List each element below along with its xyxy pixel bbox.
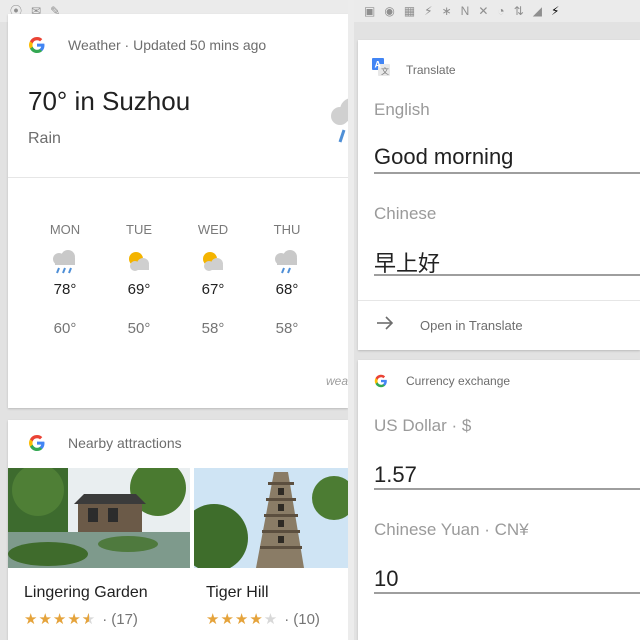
status-icon: N <box>460 4 470 18</box>
day-name: THU <box>273 222 301 237</box>
status-icon: ⇅ <box>513 4 524 18</box>
from-amount-field[interactable]: 1.57 <box>374 462 417 488</box>
weather-card[interactable]: Weather · Updated 50 mins ago 70° in Suz… <box>8 14 348 408</box>
translate-card-header: A 文 Translate <box>372 58 456 81</box>
day-low: 58° <box>275 320 299 337</box>
status-icon: ◉ <box>384 4 395 18</box>
attraction-rating: ★★★★★★ · (17) <box>24 610 138 629</box>
currency-card-header: Currency exchange <box>374 374 510 388</box>
weather-card-header: Weather · Updated 50 mins ago <box>28 36 266 54</box>
status-bar-right: ▣ ◉ ▦ ⚡ ∗ N ✕ ◔ ⇅ ◢ ⚡ <box>354 0 640 22</box>
rain-cloud-icon <box>330 90 348 155</box>
day-low: 58° <box>201 320 225 337</box>
attractions-header-text: Nearby attractions <box>68 435 182 451</box>
pagoda-photo[interactable] <box>194 468 348 568</box>
currency-card[interactable]: Currency exchange US Dollar · $ 1.57 Chi… <box>358 360 640 640</box>
day-name: WED <box>197 222 229 237</box>
star-rating-icon: ★★★★★ <box>206 611 279 628</box>
rating-separator: · <box>284 610 290 628</box>
open-in-translate-button[interactable]: Open in Translate <box>376 316 523 335</box>
to-currency-label[interactable]: Chinese Yuan · CN¥ <box>374 520 529 540</box>
attraction-name[interactable]: Tiger Hill <box>206 584 269 602</box>
partly-sunny-icon <box>112 247 166 275</box>
weather-header-text: Weather · Updated 50 mins ago <box>68 37 267 53</box>
rating-separator: · <box>102 610 108 628</box>
partly-sunny-icon <box>186 247 240 275</box>
left-screen: ⦿ ✉ ✎ Weather · Updated 50 mins ago 70° … <box>0 0 348 640</box>
open-in-translate-label: Open in Translate <box>420 318 523 333</box>
translate-card[interactable]: A 文 Translate English Good morning Chine… <box>358 40 640 350</box>
input-underline <box>374 488 640 490</box>
forecast-day[interactable]: THU 68° 58° <box>260 222 314 337</box>
day-high: 78° <box>53 281 77 298</box>
translate-header-text: Translate <box>406 62 456 77</box>
garden-photo[interactable] <box>8 468 190 568</box>
rain-icon <box>38 247 92 275</box>
google-g-icon <box>374 374 388 388</box>
target-language[interactable]: Chinese <box>374 204 436 224</box>
star-rating-icon: ★★★★★★ <box>24 611 97 628</box>
battery-icon: ⚡ <box>550 4 560 18</box>
attractions-card[interactable]: Nearby attractions Lingering Garden ★★★★… <box>8 420 348 640</box>
google-g-icon <box>28 434 46 452</box>
day-high: 69° <box>127 281 151 298</box>
status-icon: ▦ <box>403 4 416 18</box>
attraction-name[interactable]: Lingering Garden <box>24 584 148 602</box>
rain-icon <box>260 247 314 275</box>
day-name: TUE <box>126 222 152 237</box>
weather-condition: Rain <box>28 130 61 147</box>
right-screen: ▣ ◉ ▦ ⚡ ∗ N ✕ ◔ ⇅ ◢ ⚡ A 文 Translate Engl… <box>354 0 640 640</box>
day-low: 50° <box>127 320 151 337</box>
day-high: 67° <box>201 281 225 298</box>
translate-icon: A 文 <box>372 58 390 81</box>
weather-more-link[interactable]: wea <box>326 374 348 388</box>
attractions-card-header: Nearby attractions <box>28 434 182 452</box>
status-icon: ◔ <box>497 4 505 18</box>
input-underline <box>374 592 640 594</box>
status-icon: ▣ <box>364 4 376 18</box>
arrow-right-icon <box>376 316 394 335</box>
source-text-field[interactable]: Good morning <box>374 144 513 170</box>
status-icon: ∗ <box>441 4 452 18</box>
day-low: 60° <box>53 320 77 337</box>
from-currency-label[interactable]: US Dollar · $ <box>374 416 471 436</box>
divider <box>358 300 640 301</box>
source-language[interactable]: English <box>374 100 430 120</box>
forecast-day[interactable]: WED 67° 58° <box>186 222 240 337</box>
forecast-day[interactable]: MON 78° 60° <box>38 222 92 337</box>
status-icon: ✕ <box>478 4 489 18</box>
status-icon: ⚡ <box>424 4 433 18</box>
svg-text:文: 文 <box>381 66 389 76</box>
divider <box>8 177 348 178</box>
google-g-icon <box>28 36 46 54</box>
attraction-rating: ★★★★★ · (10) <box>206 610 320 629</box>
weather-title: 70° in Suzhou <box>28 86 191 116</box>
input-underline <box>374 172 640 174</box>
review-count: (17) <box>111 610 138 628</box>
status-icon: ◢ <box>532 4 542 18</box>
forecast-day[interactable]: TUE 69° 50° <box>112 222 166 337</box>
to-amount-field[interactable]: 10 <box>374 566 398 592</box>
review-count: (10) <box>293 610 320 628</box>
day-high: 68° <box>275 281 299 298</box>
day-name: MON <box>49 222 81 237</box>
input-underline <box>374 274 640 276</box>
currency-header-text: Currency exchange <box>406 374 511 388</box>
